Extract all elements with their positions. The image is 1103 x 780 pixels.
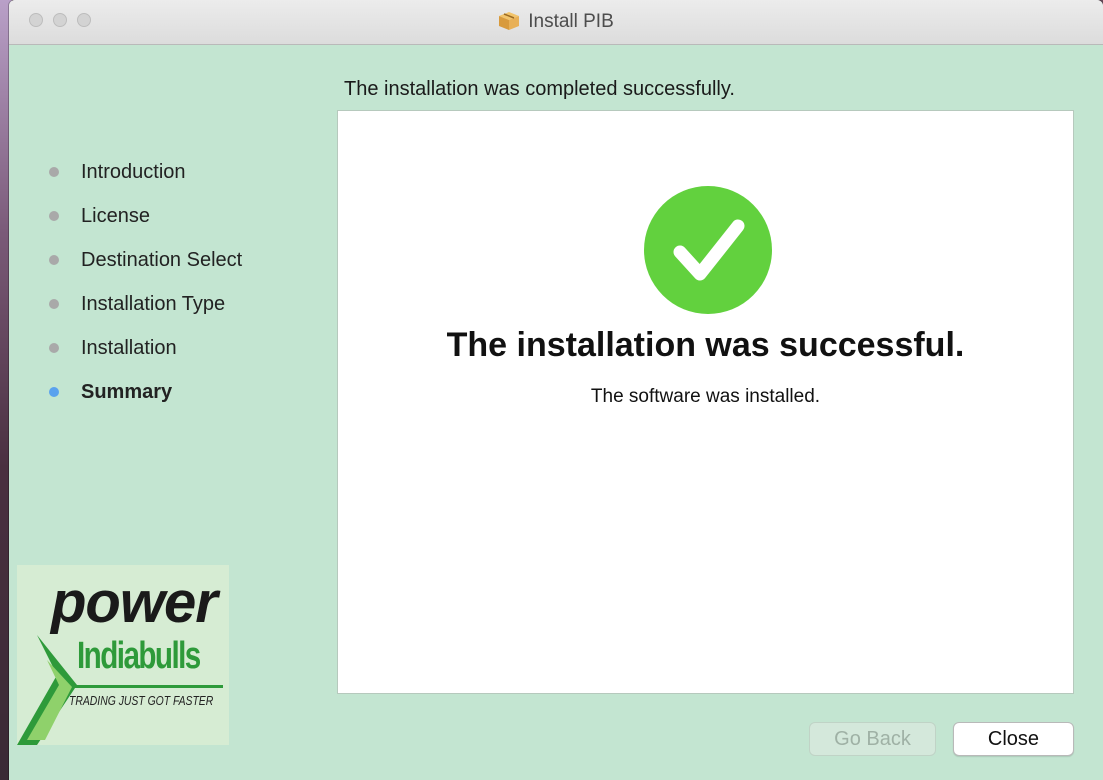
sidebar-item-summary: Summary	[39, 370, 242, 414]
logo-divider	[73, 685, 223, 688]
step-dot-active-icon	[49, 387, 59, 397]
go-back-button[interactable]: Go Back	[809, 722, 936, 756]
result-subtitle: The software was installed.	[590, 386, 821, 407]
step-dot-icon	[49, 343, 59, 353]
steps-sidebar: Introduction License Destination Select …	[39, 150, 242, 414]
sidebar-item-license: License	[39, 194, 242, 238]
success-check-icon	[644, 186, 772, 314]
sidebar-item-introduction: Introduction	[39, 150, 242, 194]
sidebar-item-label: Introduction	[81, 160, 186, 183]
package-icon	[499, 12, 520, 30]
summary-panel: The installation was successful. The sof…	[337, 110, 1074, 694]
step-dot-icon	[49, 255, 59, 265]
title-bar[interactable]: Install PIB	[9, 0, 1103, 45]
logo-text-power: power	[51, 570, 218, 635]
step-dot-icon	[49, 211, 59, 221]
power-indiabulls-logo: power Indiabulls TRADING JUST GOT FASTER	[17, 565, 229, 745]
sidebar-item-destination-select: Destination Select	[39, 238, 242, 282]
step-header: The installation was completed successfu…	[344, 78, 735, 100]
step-dot-icon	[49, 299, 59, 309]
sidebar-item-label: Installation Type	[81, 292, 226, 315]
logo-text-indiabulls: Indiabulls	[77, 635, 201, 677]
close-button[interactable]: Close	[953, 722, 1074, 756]
sidebar-item-installation-type: Installation Type	[39, 282, 242, 326]
sidebar-item-label: License	[81, 204, 150, 227]
logo-tagline: TRADING JUST GOT FASTER	[69, 693, 214, 708]
window-title: Install PIB	[528, 11, 614, 32]
sidebar-item-label: Summary	[81, 380, 173, 403]
result-title: The installation was successful.	[446, 326, 965, 364]
sidebar-item-installation: Installation	[39, 326, 242, 370]
installer-window: Install PIB The installation was complet…	[9, 0, 1103, 780]
sidebar-item-label: Destination Select	[81, 248, 243, 271]
step-dot-icon	[49, 167, 59, 177]
sidebar-item-label: Installation	[81, 336, 177, 359]
